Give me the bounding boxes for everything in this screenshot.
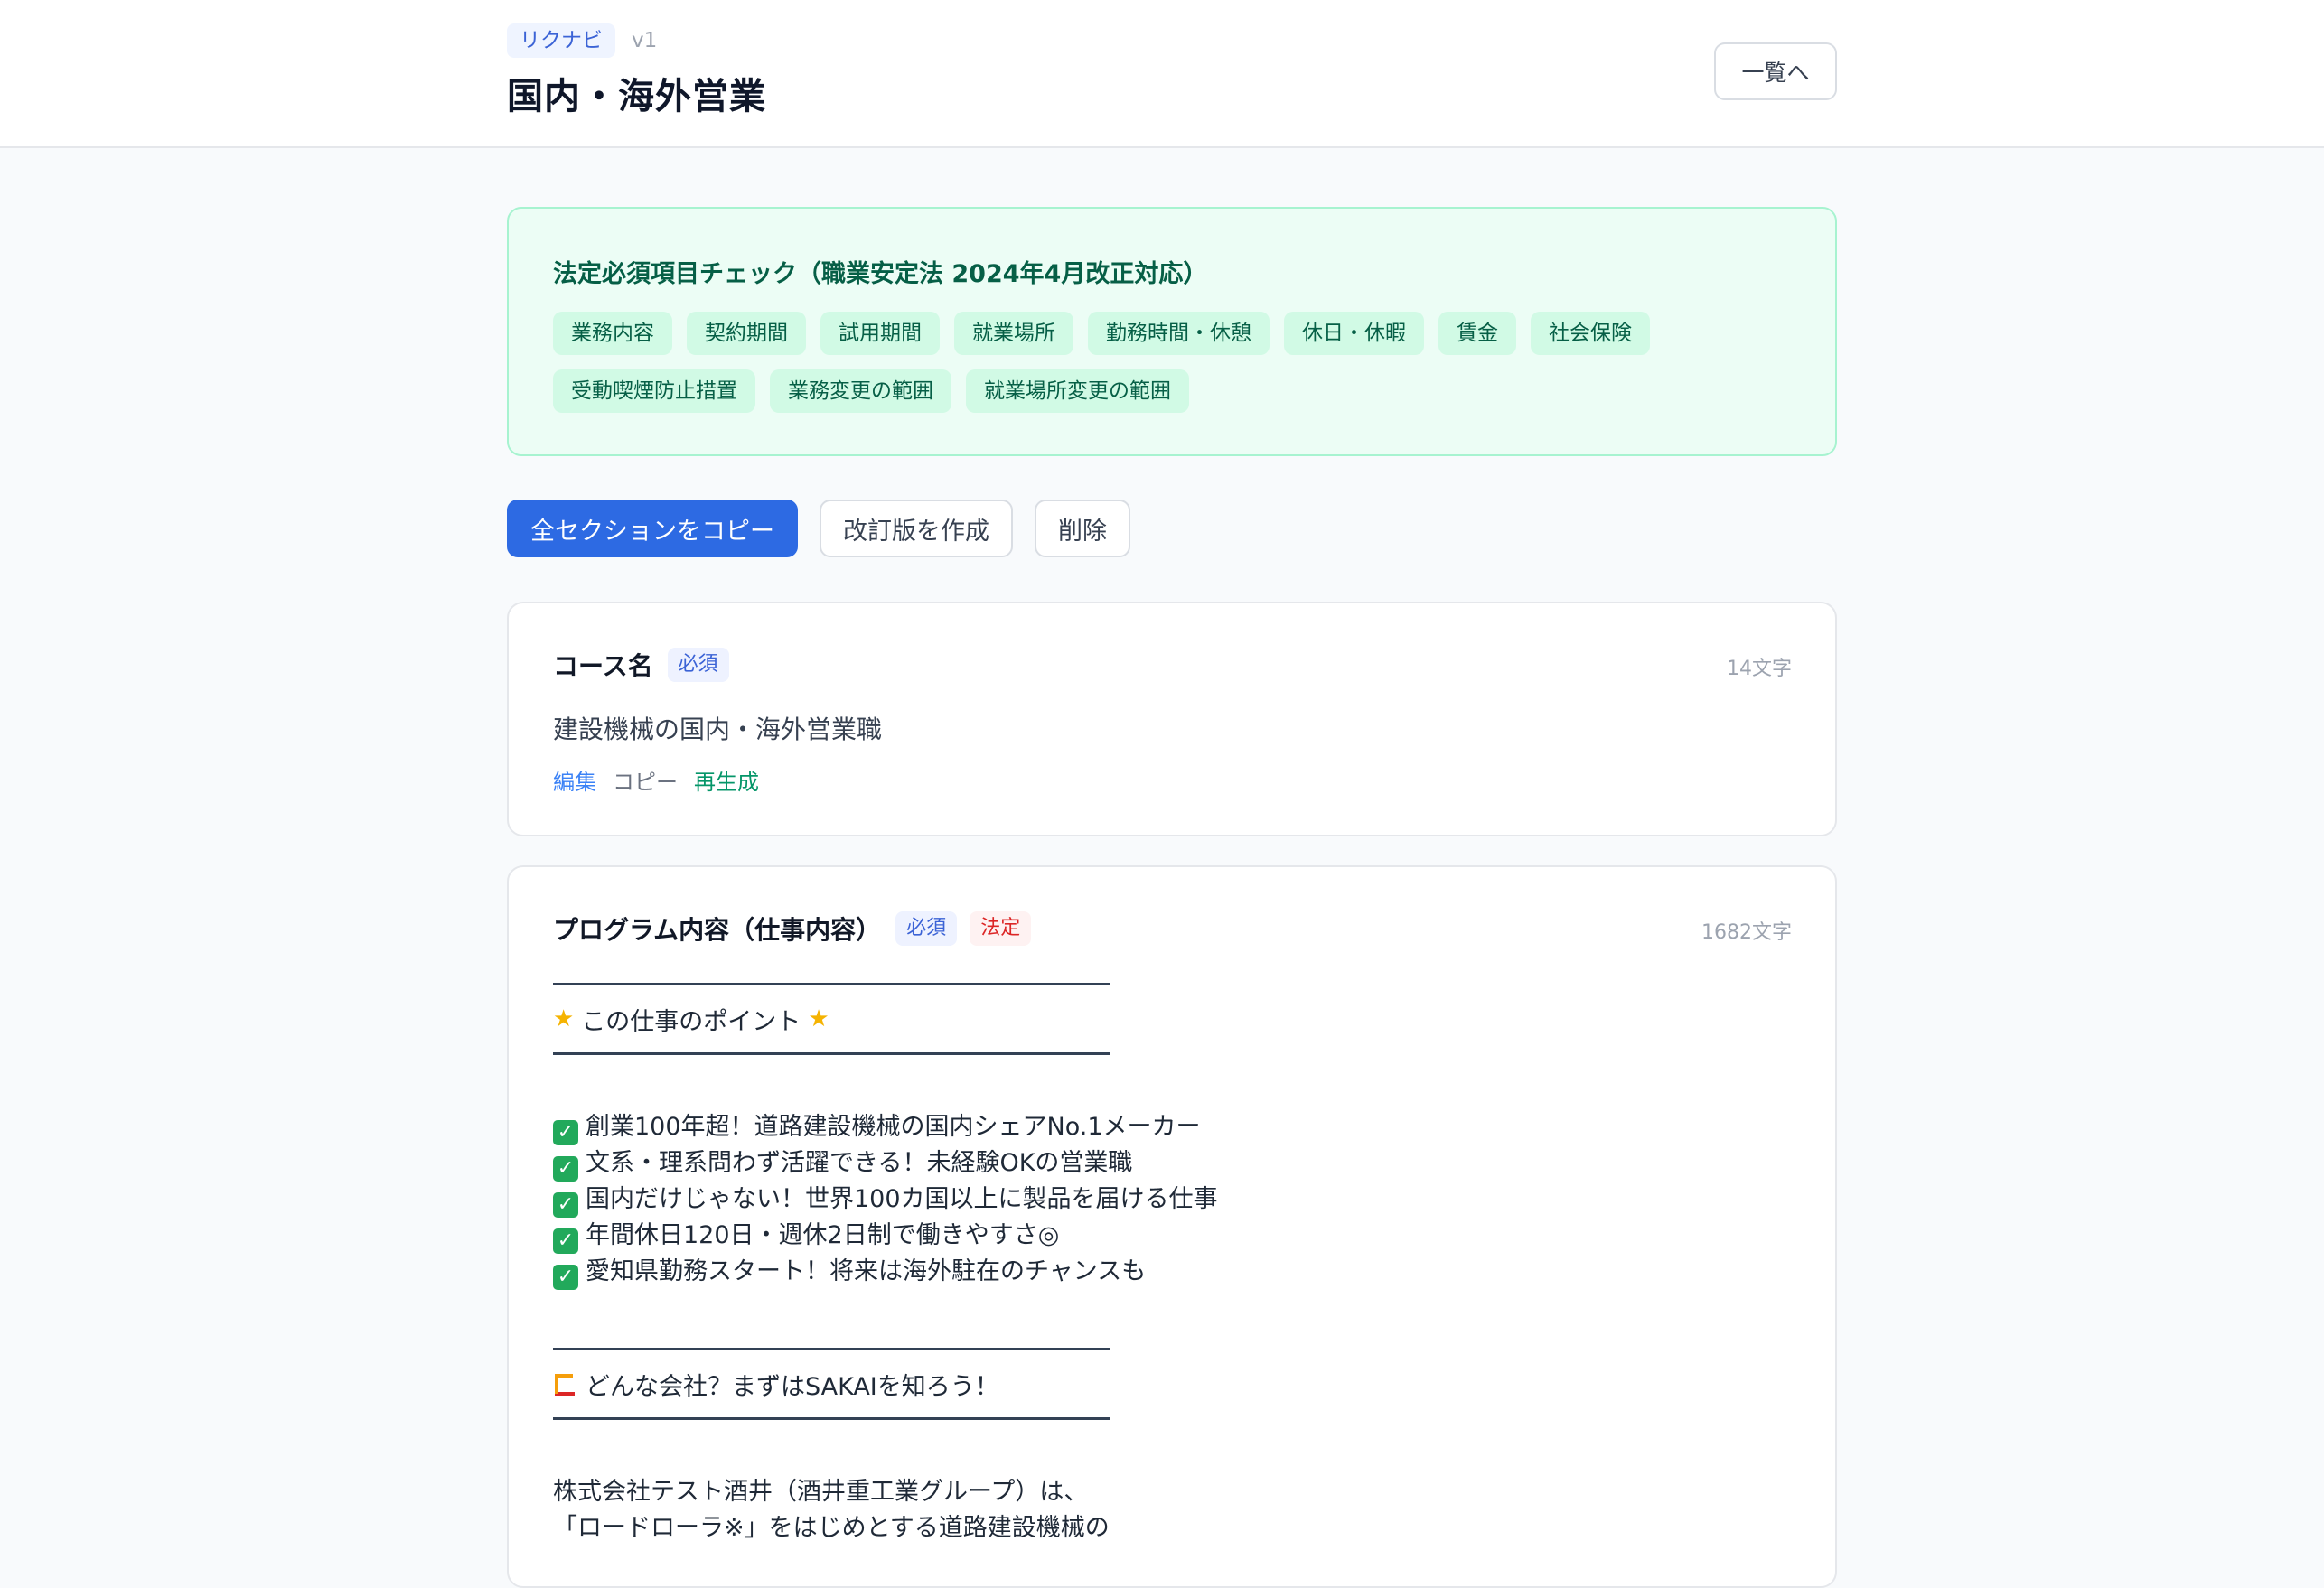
paragraph-line: 株式会社テスト酒井（酒井重工業グループ）は、	[553, 1478, 1089, 1506]
point-text: 創業100年超！道路建設機械の国内シェアNo.1メーカー	[586, 1113, 1201, 1141]
section-content: ★ この仕事のポイント ★ ✓ 創業100年超！道路建設機械の国内シェアNo.1メ…	[553, 983, 1782, 1546]
star-icon: ★	[808, 1005, 829, 1032]
section-card-course-name: コース名 必須 14文字 建設機械の国内・海外営業職 編集 コピー 再生成	[507, 602, 1837, 836]
edit-link[interactable]: 編集	[553, 764, 596, 796]
check-mark-icon: ✓	[553, 1120, 578, 1145]
legal-tag: 勤務時間・休憩	[1088, 312, 1270, 355]
legal-badge: 法定	[970, 911, 1032, 946]
list-item: ✓ 創業100年超！道路建設機械の国内シェアNo.1メーカー	[553, 1109, 1782, 1145]
section-title: プログラム内容（仕事内容）	[553, 915, 882, 945]
point-list: ✓ 創業100年超！道路建設機械の国内シェアNo.1メーカー ✓ 文系・理系問わず活…	[553, 1109, 1782, 1290]
check-mark-icon: ✓	[553, 1192, 578, 1218]
list-item: ✓ 愛知県勤務スタート！将来は海外駐在のチャンスも	[553, 1254, 1782, 1290]
section-header: コース名 必須	[553, 647, 729, 683]
list-item: ✓ 文系・理系問わず活躍できる！未経験OKの営業職	[553, 1145, 1782, 1182]
section-body: 建設機械の国内・海外営業職	[553, 715, 883, 744]
point-text: 国内だけじゃない！世界100カ国以上に製品を届ける仕事	[586, 1185, 1218, 1213]
section-card-program-content: プログラム内容（仕事内容） 必須 法定 1682文字 ★ この仕事のポイント ★…	[507, 865, 1837, 1588]
star-icon: ★	[553, 1005, 575, 1032]
content-heading: どんな会社？まずはSAKAIを知ろう！	[553, 1350, 1782, 1417]
legal-tag: 業務変更の範囲	[770, 369, 951, 413]
legal-tag: 休日・休暇	[1284, 312, 1424, 355]
paragraph-line: 「ロードローラ※」をはじめとする道路建設機械の	[553, 1514, 1110, 1542]
list-item: ✓ 年間休日120日・週休2日制で働きやすさ◎	[553, 1218, 1782, 1254]
divider-rule	[553, 1052, 1110, 1055]
check-mark-icon: ✓	[553, 1228, 578, 1254]
check-mark-icon: ✓	[553, 1156, 578, 1182]
delete-button[interactable]: 削除	[1035, 500, 1130, 557]
section-title: コース名	[553, 651, 653, 681]
legal-tag: 試用期間	[820, 312, 940, 355]
required-badge: 必須	[895, 911, 958, 946]
point-text: 年間休日120日・週休2日制で働きやすさ◎	[586, 1221, 1060, 1249]
content-heading: ★ この仕事のポイント ★	[553, 985, 1782, 1052]
list-item: ✓ 国内だけじゃない！世界100カ国以上に製品を届ける仕事	[553, 1182, 1782, 1218]
legal-tag: 社会保険	[1531, 312, 1650, 355]
action-toolbar: 全セクションをコピー 改訂版を作成 削除	[507, 500, 1130, 557]
brand-badge: リクナビ	[507, 23, 615, 58]
heading-text: この仕事のポイント	[581, 1007, 801, 1036]
crane-icon	[553, 1372, 576, 1396]
legal-tag: 就業場所	[954, 312, 1073, 355]
section-header: プログラム内容（仕事内容） 必須 法定	[553, 911, 1032, 947]
copy-all-sections-button[interactable]: 全セクションをコピー	[507, 500, 798, 557]
page-title: 国内・海外営業	[507, 76, 766, 117]
legal-check-title: 法定必須項目チェック（職業安定法 2024年4月改正対応）	[553, 260, 1208, 288]
back-to-list-button[interactable]: 一覧へ	[1714, 42, 1837, 100]
legal-tag: 業務内容	[553, 312, 672, 355]
regenerate-link[interactable]: 再生成	[694, 764, 759, 796]
point-text: 文系・理系問わず活躍できる！未経験OKの営業職	[586, 1149, 1133, 1177]
char-count: 1682文字	[1701, 921, 1792, 944]
copy-link[interactable]: コピー	[613, 764, 678, 796]
required-badge: 必須	[667, 648, 729, 682]
section-actions: 編集 コピー 再生成	[553, 764, 759, 796]
heading-text: どんな会社？まずはSAKAIを知ろう！	[586, 1372, 999, 1401]
page-header: リクナビ v1 国内・海外営業 一覧へ	[0, 0, 2324, 148]
point-text: 愛知県勤務スタート！将来は海外駐在のチャンスも	[586, 1257, 1147, 1285]
legal-check-tags: 業務内容 契約期間 試用期間 就業場所 勤務時間・休憩 休日・休暇 賃金 社会保…	[553, 312, 1800, 413]
char-count: 14文字	[1727, 658, 1792, 680]
legal-tag: 就業場所変更の範囲	[966, 369, 1189, 413]
legal-tag: 受動喫煙防止措置	[553, 369, 755, 413]
brand-row: リクナビ v1	[507, 23, 657, 58]
legal-tag: 契約期間	[687, 312, 806, 355]
create-revision-button[interactable]: 改訂版を作成	[820, 500, 1013, 557]
legal-tag: 賃金	[1438, 312, 1516, 355]
version-label: v1	[632, 29, 658, 52]
legal-check-panel: 法定必須項目チェック（職業安定法 2024年4月改正対応） 業務内容 契約期間 …	[507, 207, 1837, 456]
check-mark-icon: ✓	[553, 1265, 578, 1290]
